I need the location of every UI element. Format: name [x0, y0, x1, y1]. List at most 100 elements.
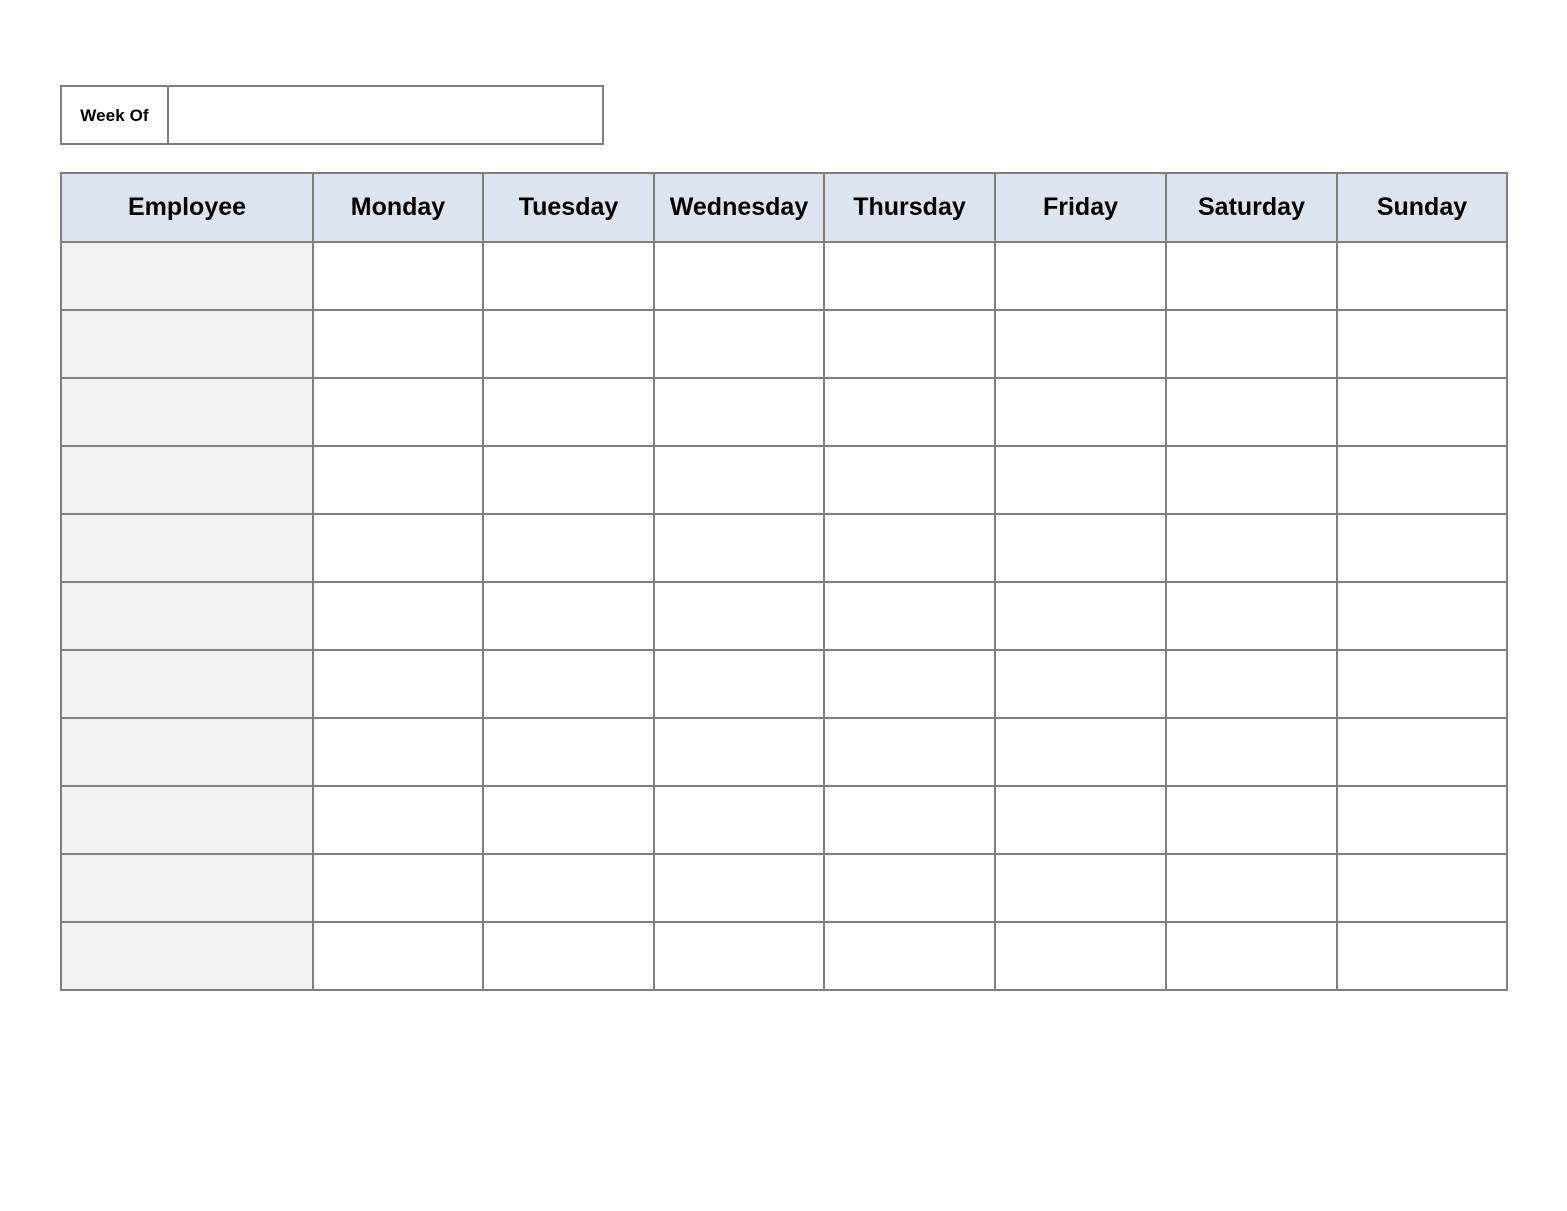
shift-cell-thursday[interactable]	[823, 581, 996, 651]
shift-cell-wednesday[interactable]	[653, 717, 825, 787]
shift-cell-thursday[interactable]	[823, 853, 996, 923]
shift-cell-wednesday[interactable]	[653, 241, 825, 311]
shift-cell-wednesday[interactable]	[653, 513, 825, 583]
shift-cell-saturday[interactable]	[1165, 377, 1338, 447]
shift-cell-saturday[interactable]	[1165, 921, 1338, 991]
employee-name-cell[interactable]	[60, 649, 314, 719]
shift-cell-thursday[interactable]	[823, 513, 996, 583]
page-canvas: Week Of Employee Monday Tuesday Wednesday Th…	[0, 0, 1567, 1211]
shift-cell-saturday[interactable]	[1165, 853, 1338, 923]
shift-cell-saturday[interactable]	[1165, 513, 1338, 583]
shift-cell-saturday[interactable]	[1165, 309, 1338, 379]
shift-cell-monday[interactable]	[312, 241, 484, 311]
column-header-friday[interactable]: Friday	[994, 172, 1167, 243]
shift-cell-friday[interactable]	[994, 717, 1167, 787]
shift-cell-tuesday[interactable]	[482, 649, 655, 719]
shift-cell-thursday[interactable]	[823, 921, 996, 991]
employee-name-cell[interactable]	[60, 241, 314, 311]
shift-cell-wednesday[interactable]	[653, 785, 825, 855]
week-of-input[interactable]	[169, 87, 602, 143]
shift-cell-wednesday[interactable]	[653, 921, 825, 991]
column-header-sunday[interactable]: Sunday	[1336, 172, 1508, 243]
employee-name-cell[interactable]	[60, 309, 314, 379]
shift-cell-sunday[interactable]	[1336, 717, 1508, 787]
shift-cell-friday[interactable]	[994, 445, 1167, 515]
shift-cell-thursday[interactable]	[823, 717, 996, 787]
employee-name-cell[interactable]	[60, 377, 314, 447]
shift-cell-saturday[interactable]	[1165, 445, 1338, 515]
shift-cell-monday[interactable]	[312, 309, 484, 379]
shift-cell-tuesday[interactable]	[482, 377, 655, 447]
shift-cell-sunday[interactable]	[1336, 377, 1508, 447]
shift-cell-monday[interactable]	[312, 377, 484, 447]
table-row	[60, 785, 1508, 855]
shift-cell-thursday[interactable]	[823, 785, 996, 855]
shift-cell-friday[interactable]	[994, 309, 1167, 379]
employee-name-cell[interactable]	[60, 581, 314, 651]
shift-cell-saturday[interactable]	[1165, 581, 1338, 651]
shift-cell-friday[interactable]	[994, 921, 1167, 991]
shift-cell-tuesday[interactable]	[482, 241, 655, 311]
shift-cell-saturday[interactable]	[1165, 241, 1338, 311]
shift-cell-sunday[interactable]	[1336, 513, 1508, 583]
shift-cell-sunday[interactable]	[1336, 853, 1508, 923]
employee-name-cell[interactable]	[60, 717, 314, 787]
shift-cell-monday[interactable]	[312, 717, 484, 787]
shift-cell-friday[interactable]	[994, 853, 1167, 923]
shift-cell-wednesday[interactable]	[653, 445, 825, 515]
shift-cell-tuesday[interactable]	[482, 309, 655, 379]
employee-name-cell[interactable]	[60, 785, 314, 855]
table-row	[60, 921, 1508, 991]
column-header-monday[interactable]: Monday	[312, 172, 484, 243]
shift-cell-sunday[interactable]	[1336, 445, 1508, 515]
shift-cell-monday[interactable]	[312, 853, 484, 923]
shift-cell-friday[interactable]	[994, 377, 1167, 447]
shift-cell-sunday[interactable]	[1336, 921, 1508, 991]
shift-cell-friday[interactable]	[994, 649, 1167, 719]
shift-cell-tuesday[interactable]	[482, 513, 655, 583]
shift-cell-tuesday[interactable]	[482, 921, 655, 991]
shift-cell-wednesday[interactable]	[653, 309, 825, 379]
shift-cell-wednesday[interactable]	[653, 377, 825, 447]
shift-cell-friday[interactable]	[994, 513, 1167, 583]
shift-cell-tuesday[interactable]	[482, 717, 655, 787]
shift-cell-tuesday[interactable]	[482, 445, 655, 515]
shift-cell-saturday[interactable]	[1165, 717, 1338, 787]
shift-cell-tuesday[interactable]	[482, 853, 655, 923]
shift-cell-saturday[interactable]	[1165, 649, 1338, 719]
shift-cell-thursday[interactable]	[823, 445, 996, 515]
shift-cell-wednesday[interactable]	[653, 649, 825, 719]
shift-cell-saturday[interactable]	[1165, 785, 1338, 855]
shift-cell-monday[interactable]	[312, 513, 484, 583]
shift-cell-monday[interactable]	[312, 921, 484, 991]
shift-cell-monday[interactable]	[312, 581, 484, 651]
shift-cell-sunday[interactable]	[1336, 241, 1508, 311]
shift-cell-sunday[interactable]	[1336, 309, 1508, 379]
shift-cell-sunday[interactable]	[1336, 581, 1508, 651]
column-header-wednesday[interactable]: Wednesday	[653, 172, 825, 243]
shift-cell-monday[interactable]	[312, 445, 484, 515]
shift-cell-wednesday[interactable]	[653, 853, 825, 923]
employee-name-cell[interactable]	[60, 513, 314, 583]
shift-cell-friday[interactable]	[994, 241, 1167, 311]
employee-name-cell[interactable]	[60, 853, 314, 923]
shift-cell-tuesday[interactable]	[482, 785, 655, 855]
shift-cell-sunday[interactable]	[1336, 785, 1508, 855]
shift-cell-thursday[interactable]	[823, 377, 996, 447]
shift-cell-thursday[interactable]	[823, 649, 996, 719]
shift-cell-thursday[interactable]	[823, 241, 996, 311]
shift-cell-friday[interactable]	[994, 785, 1167, 855]
employee-name-cell[interactable]	[60, 445, 314, 515]
shift-cell-tuesday[interactable]	[482, 581, 655, 651]
column-header-thursday[interactable]: Thursday	[823, 172, 996, 243]
column-header-tuesday[interactable]: Tuesday	[482, 172, 655, 243]
column-header-saturday[interactable]: Saturday	[1165, 172, 1338, 243]
shift-cell-wednesday[interactable]	[653, 581, 825, 651]
shift-cell-monday[interactable]	[312, 649, 484, 719]
employee-name-cell[interactable]	[60, 921, 314, 991]
shift-cell-monday[interactable]	[312, 785, 484, 855]
column-header-employee[interactable]: Employee	[60, 172, 314, 243]
shift-cell-sunday[interactable]	[1336, 649, 1508, 719]
shift-cell-friday[interactable]	[994, 581, 1167, 651]
shift-cell-thursday[interactable]	[823, 309, 996, 379]
